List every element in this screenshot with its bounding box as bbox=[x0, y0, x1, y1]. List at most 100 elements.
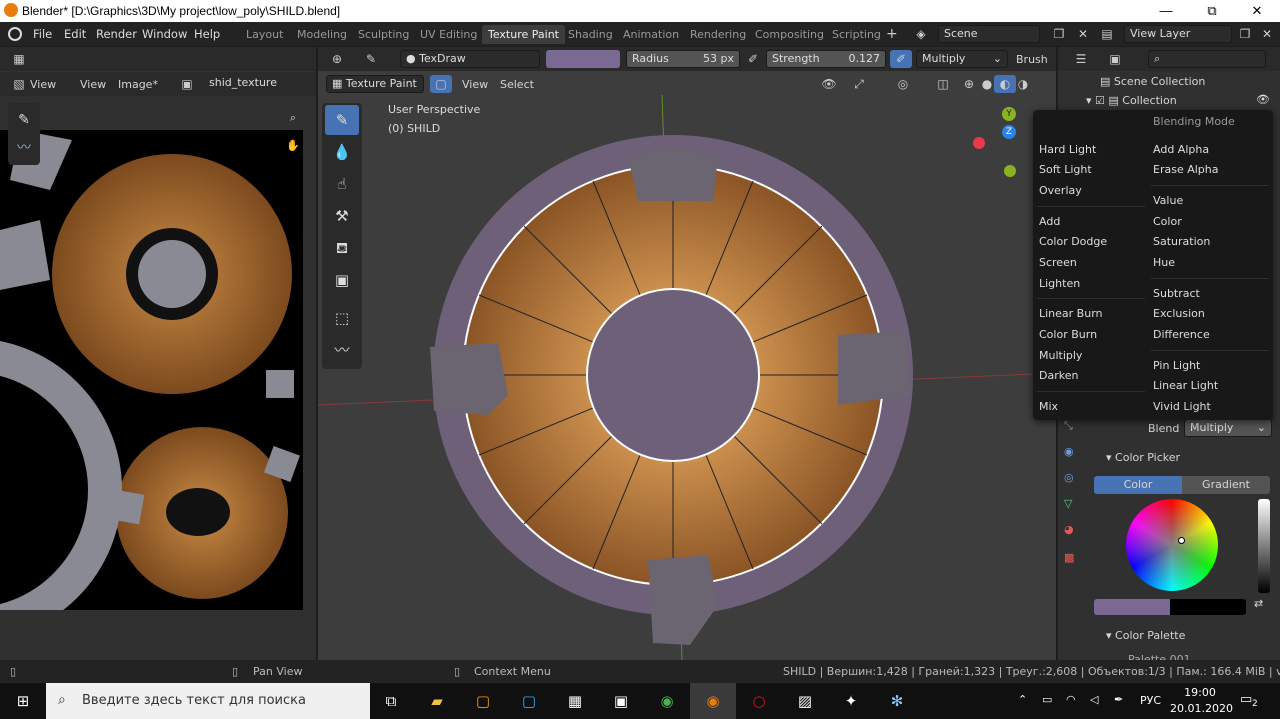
opera-icon[interactable]: ○ bbox=[736, 683, 782, 719]
game-app-icon[interactable]: ✦ bbox=[828, 683, 874, 719]
blend-screen[interactable]: Screen bbox=[1039, 255, 1077, 271]
minimize-button[interactable]: — bbox=[1143, 0, 1189, 22]
color-wheel-cursor[interactable] bbox=[1178, 537, 1185, 544]
chrome-icon[interactable]: ◉ bbox=[644, 683, 690, 719]
blend-lighten[interactable]: Lighten bbox=[1039, 276, 1080, 292]
new-view-layer-icon[interactable]: ❐ bbox=[1234, 25, 1256, 43]
overlays-icon[interactable]: ◎ bbox=[892, 75, 914, 93]
blend-pin-light[interactable]: Pin Light bbox=[1153, 358, 1200, 374]
collection-item[interactable]: ▾ ☑ ▤ Collection bbox=[1086, 94, 1177, 107]
blender-menu-icon[interactable] bbox=[8, 27, 22, 41]
illustrator-icon[interactable]: ▢ bbox=[460, 683, 506, 719]
color-palette-header[interactable]: ▾ Color Palette bbox=[1106, 629, 1185, 642]
volume-icon[interactable]: ◁ bbox=[1090, 693, 1098, 706]
blend-hard-light[interactable]: Hard Light bbox=[1039, 142, 1096, 158]
new-scene-icon[interactable]: ❐ bbox=[1048, 25, 1070, 43]
view-layer-icon[interactable]: ▤ bbox=[1096, 25, 1118, 43]
tab-material-icon[interactable]: ◕ bbox=[1064, 523, 1074, 536]
photoshop-icon[interactable]: ▢ bbox=[506, 683, 552, 719]
viewport-select-menu[interactable]: Select bbox=[500, 78, 534, 91]
delete-view-layer-icon[interactable]: ✕ bbox=[1256, 25, 1278, 43]
pan-hand-icon[interactable]: ✋ bbox=[282, 135, 304, 157]
uv-texture-canvas[interactable] bbox=[0, 130, 303, 676]
zoom-icon[interactable]: ⌕ bbox=[282, 107, 304, 129]
shading-rendered-icon[interactable]: ◑ bbox=[1012, 75, 1034, 93]
delete-scene-icon[interactable]: ✕ bbox=[1072, 25, 1094, 43]
scene-collection-item[interactable]: ▤ Scene Collection bbox=[1100, 75, 1205, 88]
input-language[interactable]: РУС bbox=[1140, 694, 1161, 707]
blend-subtract[interactable]: Subtract bbox=[1153, 286, 1200, 302]
blend-overlay[interactable]: Overlay bbox=[1039, 183, 1082, 199]
blend-color-dodge[interactable]: Color Dodge bbox=[1039, 234, 1107, 250]
tab-gradient[interactable]: Gradient bbox=[1182, 476, 1270, 494]
blend-value[interactable]: Value bbox=[1153, 193, 1183, 209]
blend-color-burn[interactable]: Color Burn bbox=[1039, 327, 1097, 343]
battery-icon[interactable]: ▭ bbox=[1042, 693, 1052, 706]
maximize-button[interactable]: ⧉ bbox=[1189, 0, 1235, 22]
blend-vivid-light[interactable]: Vivid Light bbox=[1153, 399, 1211, 415]
tab-texture-paint[interactable]: Texture Paint bbox=[482, 25, 565, 44]
blend-add[interactable]: Add bbox=[1039, 214, 1060, 230]
outliner-type-icon[interactable]: ☰ bbox=[1070, 50, 1092, 68]
gizmo-x-axis[interactable] bbox=[973, 137, 985, 149]
add-workspace-icon[interactable]: + bbox=[886, 26, 898, 42]
gizmo-icon[interactable]: ⤢ bbox=[848, 75, 870, 93]
view-object-types-icon[interactable]: 👁 bbox=[818, 75, 840, 93]
tab-physics-icon[interactable]: ◎ bbox=[1064, 471, 1074, 484]
annotate-tool-icon[interactable]: 〰 bbox=[8, 135, 40, 161]
close-button[interactable]: ✕ bbox=[1234, 0, 1280, 22]
photos-icon[interactable]: ▨ bbox=[782, 683, 828, 719]
video-editor-icon[interactable]: ▣ bbox=[598, 683, 644, 719]
radius-pressure-icon[interactable]: ✐ bbox=[742, 50, 764, 68]
task-view-icon[interactable]: ⧉ bbox=[368, 683, 414, 719]
editor-type-3d-icon[interactable]: ⊕ bbox=[326, 50, 348, 68]
tab-animation[interactable]: Animation bbox=[617, 25, 685, 44]
eyedropper-tool-icon[interactable]: ✎ bbox=[8, 107, 40, 133]
start-menu-icon[interactable]: ⊞ bbox=[0, 683, 46, 719]
viewport-view-menu[interactable]: View bbox=[462, 78, 488, 91]
blend-soft-light[interactable]: Soft Light bbox=[1039, 162, 1092, 178]
blend-add-alpha[interactable]: Add Alpha bbox=[1153, 142, 1209, 158]
image-view-dropdown[interactable]: View bbox=[30, 78, 56, 91]
brush-tool-icon[interactable]: ✎ bbox=[360, 50, 382, 68]
tab-object-data-icon[interactable]: ▽ bbox=[1064, 497, 1072, 510]
tab-color[interactable]: Color bbox=[1094, 476, 1182, 494]
3d-viewport[interactable]: ⊕ ✎ ● TexDraw Radius 53 px ✐ Strength 0.… bbox=[318, 47, 1056, 660]
tab-layout[interactable]: Layout bbox=[240, 25, 289, 44]
clock-date[interactable]: 20.01.2020 bbox=[1170, 702, 1233, 715]
tab-compositing[interactable]: Compositing bbox=[749, 25, 830, 44]
menu-render[interactable]: Render bbox=[96, 26, 137, 42]
primary-color-swatch[interactable] bbox=[1094, 599, 1170, 615]
display-mode-icon[interactable]: ▣ bbox=[1104, 50, 1126, 68]
image-browse-icon[interactable]: ▣ bbox=[176, 75, 198, 93]
visibility-eye-icon[interactable]: 👁 bbox=[1256, 93, 1270, 106]
image-view-menu[interactable]: View bbox=[80, 78, 106, 91]
menu-help[interactable]: Help bbox=[194, 26, 220, 42]
gizmo-neg-y-axis[interactable] bbox=[1004, 165, 1016, 177]
tab-modifier-icon[interactable]: ⤡ bbox=[1064, 419, 1073, 433]
scene-field[interactable]: Scene bbox=[938, 25, 1040, 43]
menu-edit[interactable]: Edit bbox=[64, 26, 86, 42]
blend-linear-light[interactable]: Linear Light bbox=[1153, 378, 1218, 394]
menu-window[interactable]: Window bbox=[142, 26, 187, 42]
scene-icon[interactable]: ◈ bbox=[910, 25, 932, 43]
tab-sculpting[interactable]: Sculpting bbox=[352, 25, 415, 44]
notifications-icon[interactable]: ▭ bbox=[1240, 692, 1252, 707]
brush-color-swatch[interactable] bbox=[546, 50, 620, 68]
mask-toggle-icon[interactable]: ▢ bbox=[430, 75, 452, 93]
menu-file[interactable]: File bbox=[33, 26, 52, 42]
image-menu[interactable]: Image* bbox=[118, 78, 158, 91]
wifi-icon[interactable]: ◠ bbox=[1066, 693, 1076, 706]
tab-scripting[interactable]: Scripting bbox=[826, 25, 887, 44]
brush-menu[interactable]: Brush bbox=[1016, 53, 1048, 66]
brush-name-field[interactable]: ● TexDraw bbox=[400, 50, 540, 68]
blend-dropdown[interactable]: Multiply ⌄ bbox=[1184, 419, 1272, 437]
tray-chevron-up-icon[interactable]: ⌃ bbox=[1018, 693, 1027, 706]
blend-mix[interactable]: Mix bbox=[1039, 399, 1058, 415]
pen-icon[interactable]: ✒ bbox=[1114, 693, 1123, 706]
xray-icon[interactable]: ◫ bbox=[932, 75, 954, 93]
value-slider[interactable] bbox=[1258, 499, 1270, 593]
taskbar-search-box[interactable]: ⌕ Введите здесь текст для поиска bbox=[46, 683, 370, 719]
blend-hue[interactable]: Hue bbox=[1153, 255, 1175, 271]
blend-erase-alpha[interactable]: Erase Alpha bbox=[1153, 162, 1218, 178]
